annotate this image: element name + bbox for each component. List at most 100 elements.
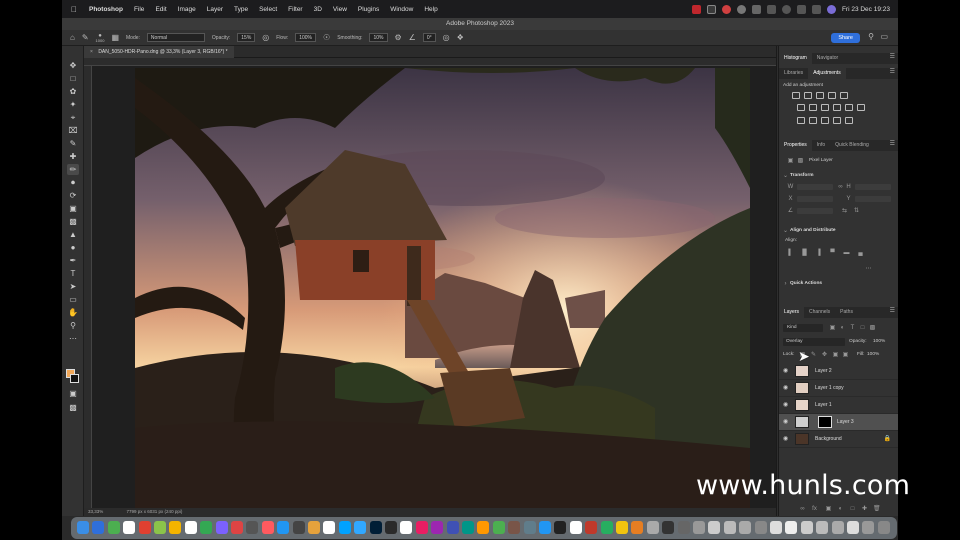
dock-app-icon[interactable] <box>693 521 705 534</box>
lock-pixels-icon[interactable]: ✎ <box>810 352 817 358</box>
new-layer-icon[interactable]: ✚ <box>861 506 868 512</box>
dock-app-icon[interactable] <box>569 521 582 534</box>
dock-app-icon[interactable] <box>862 521 875 534</box>
dock-app-icon[interactable] <box>415 521 428 534</box>
gradient-icon[interactable]: ▩ <box>67 216 79 227</box>
dock-app-icon[interactable] <box>800 521 813 534</box>
dock-app-icon[interactable] <box>816 521 829 534</box>
apple-icon[interactable]:  <box>71 5 81 14</box>
dock-app-icon[interactable] <box>308 521 320 534</box>
layer-name[interactable]: Layer 1 copy <box>815 380 844 397</box>
dock-app-icon[interactable] <box>754 521 767 534</box>
pressure-size-icon[interactable]: ◎ <box>443 33 450 42</box>
dock-app-icon[interactable] <box>431 521 444 534</box>
link-icon[interactable]: ∞ <box>837 184 844 190</box>
menu-plugins[interactable]: Plugins <box>358 6 379 13</box>
close-tab-icon[interactable]: × <box>90 49 93 55</box>
dock-app-icon[interactable] <box>169 521 182 534</box>
menu-filter[interactable]: Filter <box>288 6 302 13</box>
dock-app-icon[interactable] <box>831 521 844 534</box>
dock-app-icon[interactable] <box>92 521 105 534</box>
flip-horizontal-icon[interactable]: ⇆ <box>841 208 848 214</box>
layer-row[interactable]: ◉ Layer 2 <box>779 363 898 380</box>
crop-tool-icon[interactable]: ⌖ <box>67 112 79 123</box>
music-icon[interactable] <box>736 4 746 14</box>
align-bottom-icon[interactable]: ▄ <box>857 250 864 256</box>
dock-app-icon[interactable] <box>277 521 290 534</box>
wifi-icon[interactable] <box>781 4 791 14</box>
quick-actions-heading[interactable]: Quick Actions <box>790 281 822 286</box>
layer-row[interactable]: ◉ Layer 1 copy <box>779 380 898 397</box>
dock-app-icon[interactable] <box>631 521 644 534</box>
brush-preset-picker[interactable]: ● 1000 <box>96 33 105 43</box>
delete-layer-icon[interactable]: 🗑 <box>873 506 881 512</box>
tab-navigator[interactable]: Navigator <box>812 53 843 64</box>
height-field[interactable] <box>855 184 891 190</box>
dock-app-icon[interactable] <box>154 521 166 534</box>
display-icon[interactable] <box>706 4 716 14</box>
eye-icon[interactable]: ◉ <box>783 384 788 391</box>
ruler-horizontal[interactable] <box>84 58 776 66</box>
filter-adjustment-icon[interactable]: ◐ <box>839 325 846 331</box>
dock-app-icon[interactable] <box>585 521 598 534</box>
layer-thumbnail[interactable] <box>795 382 809 394</box>
tab-quick-blending[interactable]: Quick Blending <box>830 140 874 151</box>
tab-histogram[interactable]: Histogram <box>779 53 812 64</box>
dock-app-icon[interactable] <box>462 521 474 534</box>
new-group-icon[interactable]: □ <box>849 506 856 512</box>
align-distribute-heading[interactable]: Align and Distribute <box>790 228 836 233</box>
zoom-tool-icon[interactable]: ⚲ <box>67 320 79 331</box>
layer-row[interactable]: ◉ Layer 3 <box>779 414 898 431</box>
dock-app-icon[interactable] <box>477 521 490 534</box>
healing-brush-icon[interactable]: ✚ <box>67 151 79 162</box>
invert-icon[interactable] <box>797 117 805 124</box>
layer-name[interactable]: Background <box>815 431 842 448</box>
lock-artboard-icon[interactable]: ▣ <box>832 352 839 358</box>
posterize-icon[interactable] <box>809 117 817 124</box>
filter-shape-icon[interactable]: □ <box>859 325 866 331</box>
dock-app-icon[interactable] <box>323 521 336 534</box>
x-field[interactable] <box>797 196 833 202</box>
layer-row[interactable]: ◉ Layer 1 <box>779 397 898 414</box>
layer-thumbnail[interactable] <box>795 365 809 377</box>
siri-icon[interactable] <box>826 4 836 14</box>
link-layers-icon[interactable]: ∞ <box>799 506 806 512</box>
layer-name[interactable]: Layer 3 <box>837 414 854 431</box>
chevron-down-icon[interactable]: ⌄ <box>782 173 789 179</box>
background-color-swatch[interactable] <box>70 374 79 383</box>
path-selection-icon[interactable]: ➤ <box>67 281 79 292</box>
menu-type[interactable]: Type <box>234 6 248 13</box>
flip-vertical-icon[interactable]: ⇅ <box>853 208 860 214</box>
ruler-vertical[interactable] <box>84 66 92 508</box>
tab-properties[interactable]: Properties <box>779 140 812 151</box>
menu-edit[interactable]: Edit <box>155 6 166 13</box>
mode-select[interactable]: Normal <box>146 33 205 42</box>
home-icon[interactable]: ⌂ <box>70 33 75 42</box>
chevron-right-icon[interactable]: › <box>782 281 789 287</box>
eraser-icon[interactable]: ▣ <box>67 203 79 214</box>
brightness-icon[interactable] <box>792 92 800 99</box>
symmetry-icon[interactable]: ❖ <box>457 33 464 42</box>
battery-icon[interactable] <box>751 4 761 14</box>
add-mask-icon[interactable]: ▣ <box>825 506 832 512</box>
menu-layer[interactable]: Layer <box>207 6 223 13</box>
menu-help[interactable]: Help <box>424 6 437 13</box>
chevron-down-icon[interactable]: ⌄ <box>782 228 789 234</box>
dock-app-icon[interactable] <box>554 521 567 534</box>
tab-adjustments[interactable]: Adjustments <box>808 68 846 79</box>
gear-icon[interactable]: ⚙ <box>395 33 402 42</box>
dock-app-icon[interactable] <box>539 521 551 534</box>
dock-app-icon[interactable] <box>785 521 798 534</box>
channel-mixer-icon[interactable] <box>845 104 853 111</box>
frame-tool-icon[interactable]: ⌧ <box>67 125 79 136</box>
dock-app-icon[interactable] <box>877 521 890 534</box>
dock-app-icon[interactable] <box>523 521 536 534</box>
flow-field[interactable]: 100% <box>295 33 317 42</box>
share-button[interactable]: Share <box>831 33 860 43</box>
menu-photoshop[interactable]: Photoshop <box>89 6 123 13</box>
align-middle-icon[interactable]: ▬ <box>843 250 850 256</box>
dock-app-icon[interactable] <box>646 521 659 534</box>
layer-row[interactable]: ◉ Background 🔒 <box>779 431 898 448</box>
dock-app-icon[interactable] <box>184 521 197 534</box>
dock-app-icon[interactable] <box>508 521 521 534</box>
